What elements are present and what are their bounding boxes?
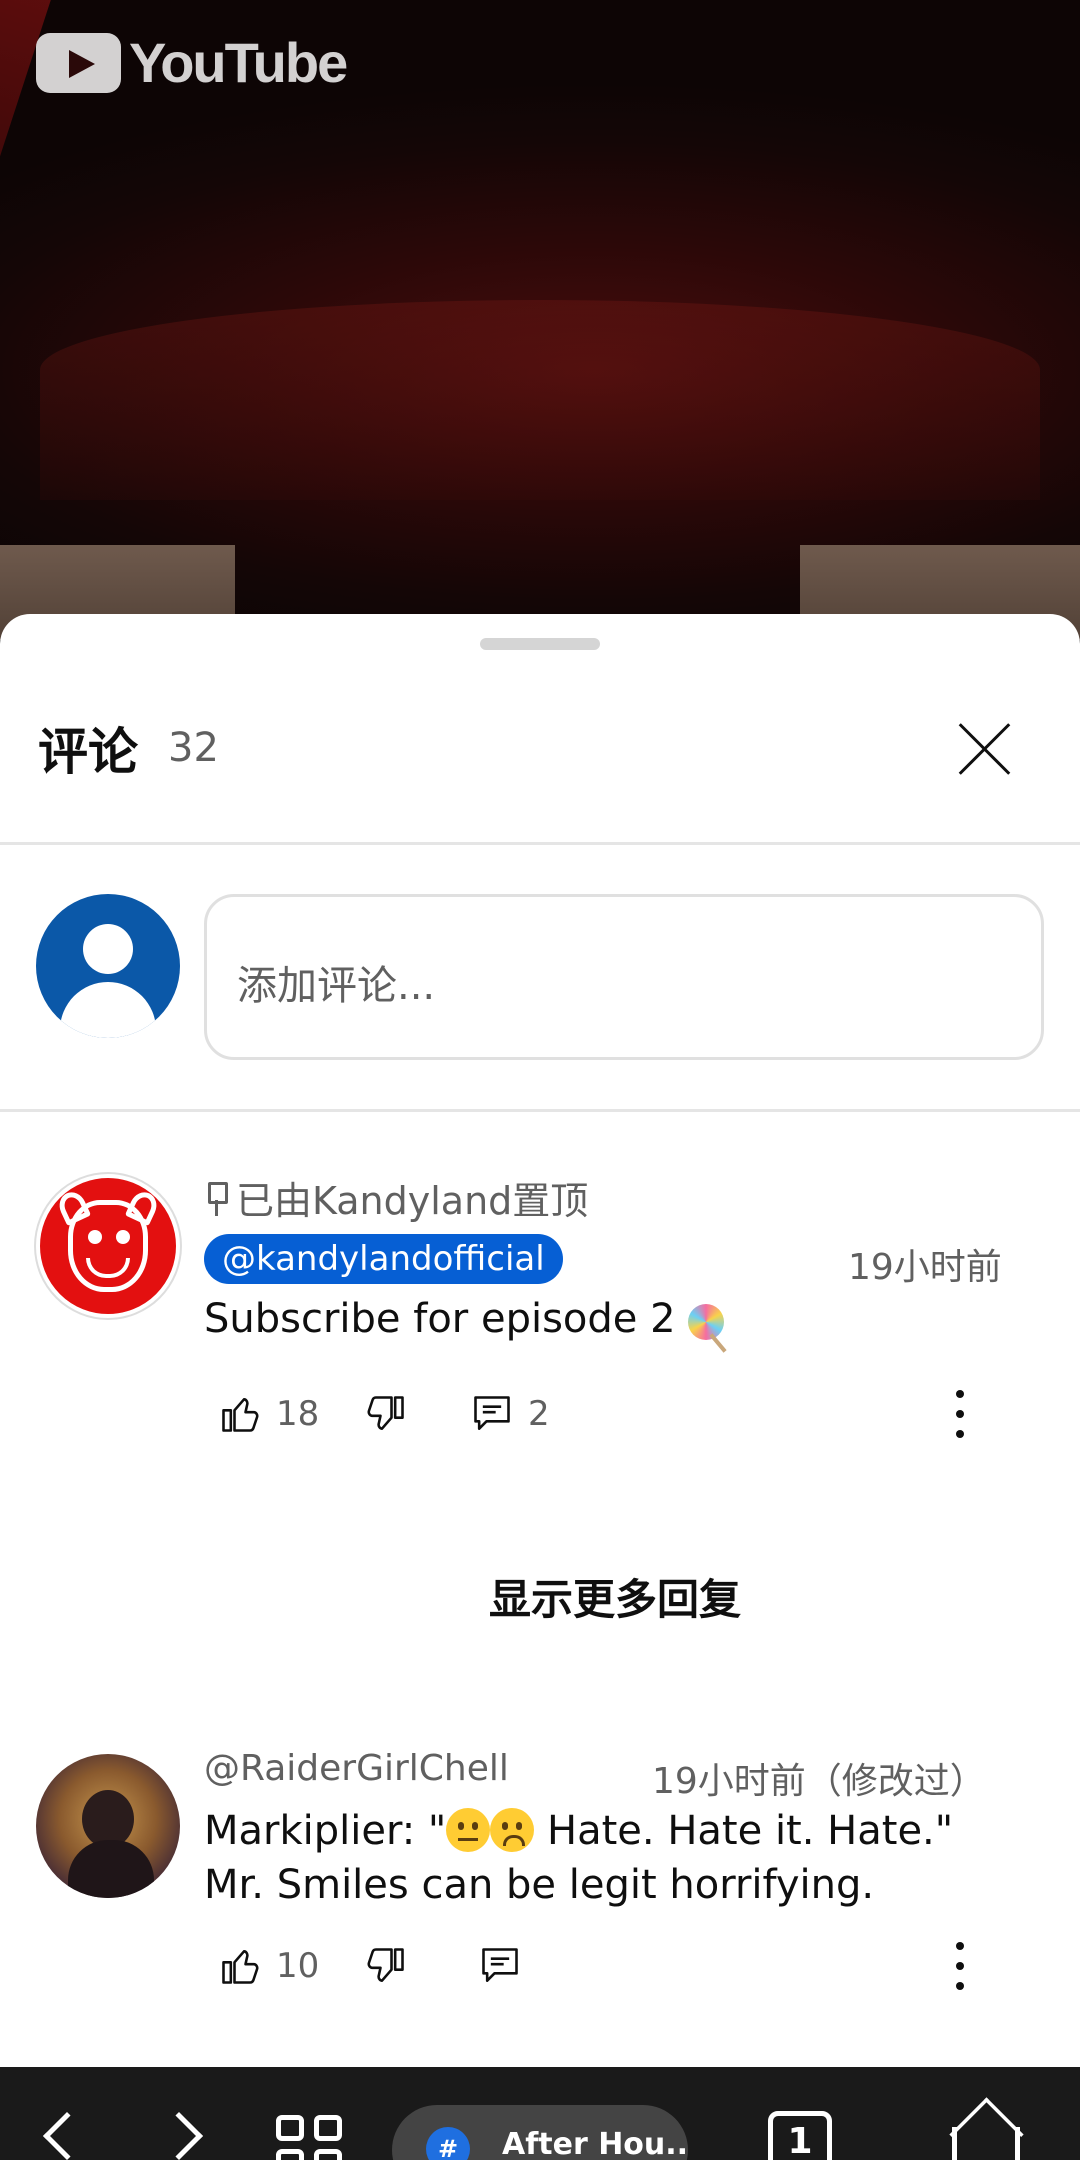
reply-button[interactable]: 2 — [470, 1384, 550, 1444]
thumbs-down-icon — [367, 1948, 404, 1982]
commenter-avatar-raidergirlchell[interactable] — [36, 1754, 180, 1898]
neutral-face-emoji-icon — [446, 1808, 491, 1852]
pinned-label: 已由Kandyland置顶 — [204, 1170, 588, 1225]
home-icon[interactable] — [952, 2127, 1020, 2160]
comment-timestamp: 19小时前 — [848, 1247, 1002, 1288]
thumbs-up-icon — [222, 1950, 259, 1984]
reply-button[interactable] — [478, 1936, 522, 1996]
show-more-replies-button[interactable]: 显示更多回复 — [0, 1566, 1080, 1627]
like-count: 18 — [276, 1394, 320, 1434]
video-player[interactable]: YouTube — [0, 0, 1080, 640]
comment-timestamp: 19小时前（修改过） — [652, 1761, 986, 1802]
comment-body: Subscribe for episode 2 — [204, 1296, 676, 1342]
apps-grid-icon[interactable] — [276, 2115, 346, 2160]
reply-icon — [482, 1948, 518, 1982]
add-comment-input[interactable]: 添加评论... — [204, 894, 1044, 1060]
comments-sheet: 评论 32 添加评论... 已由Kandyland置顶 @kandylandof… — [0, 614, 1080, 2067]
commenter-handle[interactable]: @RaiderGirlChell — [204, 1748, 509, 1789]
sheet-drag-handle[interactable] — [480, 638, 600, 650]
thumbs-down-icon — [367, 1396, 404, 1430]
close-icon[interactable] — [950, 714, 1020, 784]
back-arrow-icon[interactable] — [42, 2111, 92, 2160]
browser-bottom-bar: # After Hou... 1 — [0, 2067, 1080, 2160]
tabs-count-button[interactable]: 1 — [768, 2111, 832, 2160]
pinned-text: 已由Kandyland置顶 — [236, 1179, 589, 1223]
more-options-button[interactable] — [950, 1936, 970, 1996]
creator-handle-badge[interactable]: @kandylandofficial — [204, 1234, 563, 1284]
youtube-play-icon — [36, 32, 121, 93]
more-vert-icon — [950, 1938, 970, 1994]
more-vert-icon — [950, 1386, 970, 1442]
header-divider — [0, 842, 1080, 845]
youtube-wordmark: YouTube — [129, 31, 348, 94]
like-button[interactable]: 18 — [218, 1384, 319, 1444]
comments-count: 32 — [168, 725, 219, 771]
current-tab-pill[interactable]: # After Hou... — [392, 2105, 688, 2160]
comment-actions: 18 2 — [204, 1384, 1004, 1444]
comment-actions: 10 — [204, 1936, 1004, 1996]
tab-title: After Hou... — [502, 2127, 688, 2160]
reply-icon — [474, 1396, 510, 1430]
input-divider — [0, 1109, 1080, 1112]
like-count: 10 — [276, 1946, 320, 1986]
commenter-avatar-kandyland[interactable] — [36, 1174, 180, 1318]
comment-body-part1: Markiplier: " — [204, 1808, 447, 1854]
comment-text: Markiplier: " Hate. Hate it. Hate." Mr. … — [204, 1804, 953, 1912]
worried-face-emoji-icon — [490, 1808, 535, 1852]
comment-body-line2: Mr. Smiles can be legit horrifying. — [204, 1862, 875, 1908]
dislike-button[interactable] — [364, 1936, 408, 1996]
thumbs-up-icon — [222, 1398, 259, 1432]
youtube-logo: YouTube — [36, 30, 348, 95]
pin-icon — [204, 1178, 228, 1218]
reply-count: 2 — [528, 1394, 550, 1434]
more-options-button[interactable] — [950, 1384, 970, 1444]
forward-arrow-icon[interactable] — [154, 2111, 204, 2160]
video-floor — [40, 300, 1040, 500]
comment-text: Subscribe for episode 2 — [204, 1292, 725, 1346]
comments-title: 评论 — [38, 723, 138, 781]
site-hashtag-icon: # — [426, 2127, 470, 2160]
dislike-button[interactable] — [364, 1384, 408, 1444]
comment-body-part2: Hate. Hate it. Hate." — [534, 1808, 954, 1854]
lollipop-emoji-icon — [688, 1304, 725, 1340]
avatar — [36, 894, 180, 1038]
like-button[interactable]: 10 — [218, 1936, 319, 1996]
